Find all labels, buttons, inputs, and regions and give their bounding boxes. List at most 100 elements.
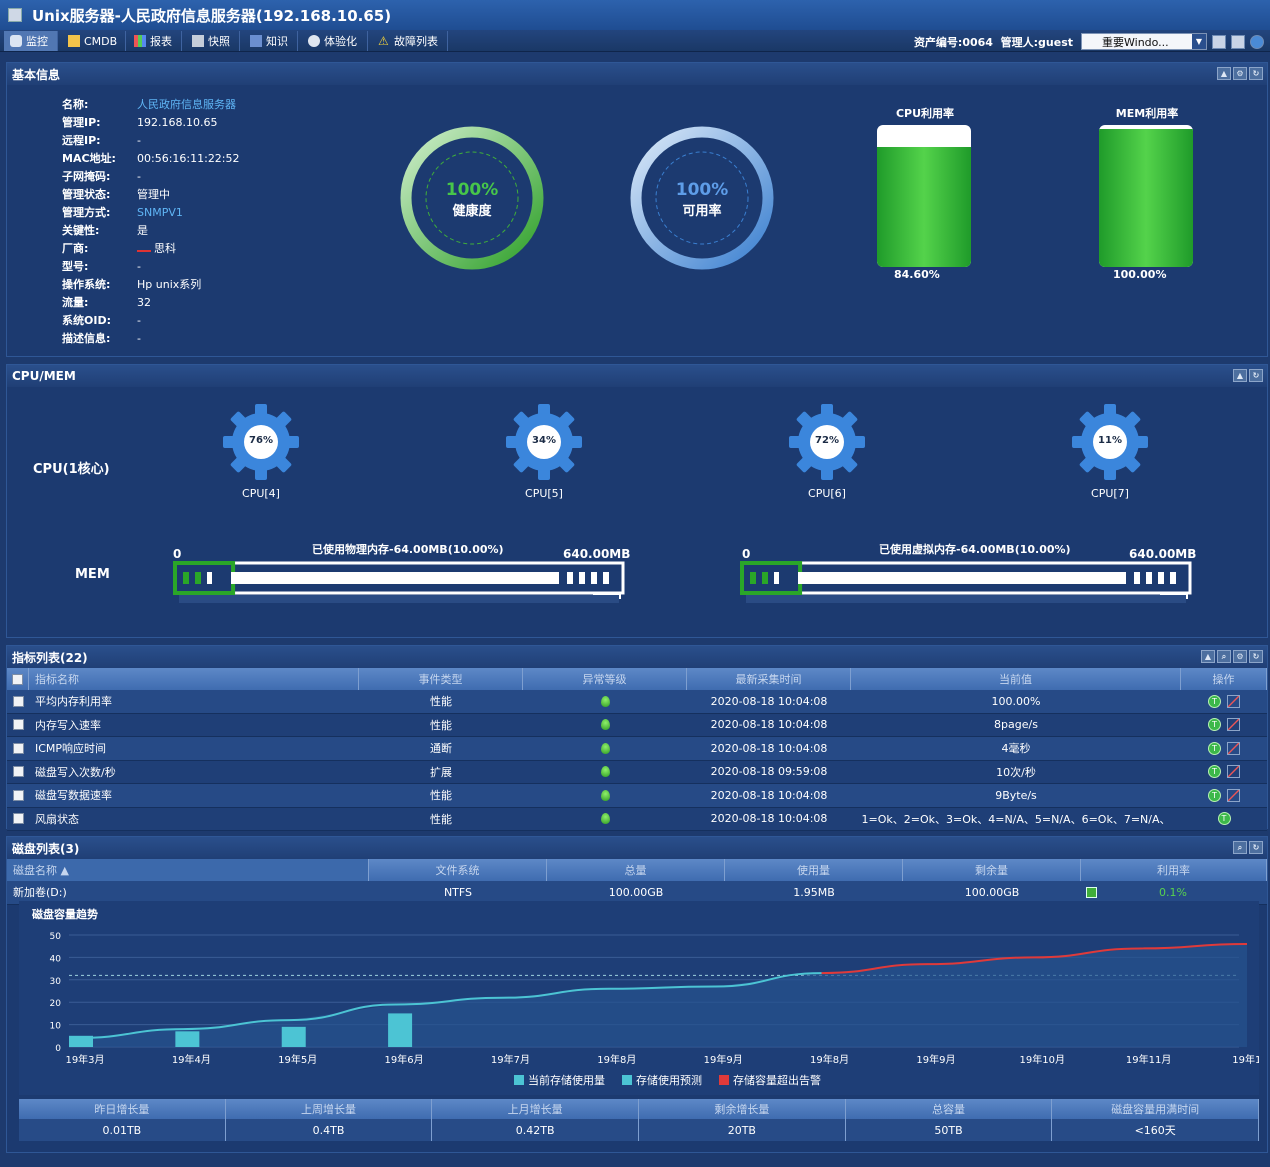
x-tick-label: 19年5月 <box>278 1053 317 1066</box>
physical-memory-bar <box>173 561 625 603</box>
col-total[interactable]: 总量 <box>547 859 725 881</box>
mem-usage-value: 100.00% <box>1113 268 1167 281</box>
col-filesystem[interactable]: 文件系统 <box>369 859 547 881</box>
legend-swatch <box>719 1075 729 1085</box>
tab-snapshot[interactable]: 快照 <box>186 31 240 51</box>
cisco-logo-icon <box>137 244 151 252</box>
col-metric-name[interactable]: 指标名称 <box>29 668 359 690</box>
row-checkbox[interactable] <box>12 695 24 707</box>
disk-save-icon <box>1086 886 1097 898</box>
y-tick-label: 10 <box>50 1022 62 1032</box>
usage-bar <box>388 1013 413 1047</box>
metrics-panel: 指标列表(22) ▲ ⌕ ⚙ ↻ 指标名称 事件类型 异常等级 最新采集时间 当前值 … <box>6 645 1268 831</box>
summary-header: 剩余增长量 <box>639 1099 846 1119</box>
row-checkbox[interactable] <box>12 719 24 731</box>
threshold-icon[interactable]: T <box>1208 765 1221 779</box>
info-row: 关键性: 是 <box>62 224 148 237</box>
legend-swatch <box>622 1075 632 1085</box>
threshold-icon[interactable]: T <box>1208 718 1221 732</box>
info-row: 远程IP: - <box>62 133 141 148</box>
trend-chart-icon[interactable] <box>1227 741 1240 755</box>
trend-chart-icon[interactable] <box>1227 765 1240 779</box>
summary-header: 上周增长量 <box>226 1099 433 1119</box>
window-title: Unix服务器-人民政府信息服务器(192.168.10.65) <box>32 6 392 25</box>
info-row: MAC地址: 00:56:16:11:22:52 <box>62 151 240 166</box>
gear-icon[interactable]: ⚙ <box>1233 67 1247 80</box>
gear-icon[interactable]: ⚙ <box>1233 650 1247 663</box>
row-checkbox[interactable] <box>12 789 24 801</box>
availability-ring-label: 100% 可用率 <box>675 180 729 219</box>
monitor-icon[interactable] <box>1231 34 1245 49</box>
collapse-icon[interactable]: ▲ <box>1217 67 1231 80</box>
info-row: 型号: - <box>62 259 141 274</box>
panel-header: CPU/MEM ▲ ↻ <box>7 365 1267 387</box>
tab-cmdb[interactable]: CMDB <box>62 31 126 51</box>
info-row: 描述信息: - <box>62 331 141 346</box>
refresh-icon[interactable]: ↻ <box>1249 841 1263 854</box>
y-tick-label: 50 <box>50 932 62 942</box>
cpu-usage-title: CPU利用率 <box>895 107 955 120</box>
refresh-icon[interactable]: ↻ <box>1249 67 1263 80</box>
legend-label: 当前存储使用量 <box>528 1073 605 1087</box>
trend-area <box>77 943 1247 1047</box>
trend-chart-icon[interactable] <box>1227 718 1240 732</box>
y-tick-label: 0 <box>55 1044 61 1054</box>
mem-usage-title: MEM利用率 <box>1115 107 1179 120</box>
panel-header: 指标列表(22) ▲ ⌕ ⚙ ↻ <box>7 646 1267 668</box>
threshold-icon[interactable]: T <box>1208 694 1221 708</box>
refresh-icon[interactable]: ↻ <box>1249 369 1263 382</box>
table-header: 指标名称 事件类型 异常等级 最新采集时间 当前值 操作 <box>7 668 1267 690</box>
copy-icon[interactable] <box>1212 34 1226 49</box>
table-row[interactable]: 磁盘写入次数/秒 扩展 2020-08-18 09:59:08 10次/秒 T <box>7 760 1267 784</box>
table-row[interactable]: ICMP响应时间 通断 2020-08-18 10:04:08 4毫秒 T <box>7 737 1267 761</box>
search-icon[interactable]: ⌕ <box>1217 650 1231 663</box>
tab-experience[interactable]: 体验化 <box>302 31 368 51</box>
row-checkbox[interactable] <box>12 742 24 754</box>
col-actions: 操作 <box>1181 668 1267 690</box>
threshold-icon[interactable]: T <box>1208 741 1221 755</box>
collapse-icon[interactable]: ▲ <box>1201 650 1215 663</box>
tab-knowledge[interactable]: 知识 <box>244 31 298 51</box>
collapse-icon[interactable]: ▲ <box>1233 369 1247 382</box>
table-row[interactable]: 磁盘写数据速率 性能 2020-08-18 10:04:08 9Byte/s T <box>7 784 1267 808</box>
info-row: 厂商: 思科 <box>62 242 176 255</box>
select-all-checkbox[interactable] <box>12 673 23 685</box>
refresh-icon[interactable] <box>1250 34 1264 49</box>
refresh-icon[interactable]: ↻ <box>1249 650 1263 663</box>
info-row: 管理方式: SNMPV1 <box>62 205 183 220</box>
disk-trend-chart: 磁盘容量趋势 0 10 20 30 40 50 19年3月 19年4月 19年5月 19年6月 19年… <box>19 901 1270 1095</box>
col-usage-rate[interactable]: 利用率 <box>1081 859 1267 881</box>
x-tick-label: 19年6月 <box>385 1053 424 1066</box>
tab-fault-list[interactable]: ⚠ 故障列表 <box>372 31 448 51</box>
threshold-icon[interactable]: T <box>1217 812 1231 826</box>
col-time[interactable]: 最新采集时间 <box>687 668 851 690</box>
basic-info-panel: 基本信息 ▲ ⚙ ↻ 名称: 人民政府信息服务器 管理IP: 192.168.10.65 远… <box>6 62 1268 357</box>
cpu-gear-label: CPU[5] <box>525 487 563 500</box>
threshold-icon[interactable]: T <box>1208 788 1221 802</box>
row-checkbox[interactable] <box>12 813 24 825</box>
col-event-type[interactable]: 事件类型 <box>359 668 523 690</box>
cpu-usage-bar <box>877 125 971 267</box>
mem-label: MEM <box>75 567 110 582</box>
table-row[interactable]: 内存写入速率 性能 2020-08-18 10:04:08 8page/s T <box>7 713 1267 737</box>
row-checkbox[interactable] <box>12 766 24 778</box>
summary-header: 总容量 <box>846 1099 1053 1119</box>
col-value[interactable]: 当前值 <box>851 668 1181 690</box>
table-row[interactable]: 平均内存利用率 性能 2020-08-18 10:04:08 100.00% T <box>7 690 1267 714</box>
tab-monitor[interactable]: 监控 <box>4 31 58 51</box>
summary-value: <160天 <box>1052 1119 1260 1141</box>
col-used[interactable]: 使用量 <box>725 859 903 881</box>
nav-right: 资产编号:0064 管理人:guest 重要Windo... ▼ <box>914 33 1264 50</box>
trend-chart-icon[interactable] <box>1227 788 1240 802</box>
col-free[interactable]: 剩余量 <box>903 859 1081 881</box>
legend-swatch <box>514 1075 524 1085</box>
table-row[interactable]: 风扇状态 性能 2020-08-18 10:04:08 1=Ok、2=Ok、3=… <box>7 807 1267 831</box>
col-severity[interactable]: 异常等级 <box>523 668 687 690</box>
tab-report[interactable]: 报表 <box>128 31 182 51</box>
col-disk-name[interactable]: 磁盘名称 ▲ <box>7 859 369 881</box>
trend-chart-icon[interactable] <box>1227 694 1240 708</box>
cpu-gear-icon: 34% <box>504 402 584 482</box>
metrics-table: 指标名称 事件类型 异常等级 最新采集时间 当前值 操作 平均内存利用率 性能 … <box>7 668 1267 831</box>
search-icon[interactable]: ⌕ <box>1233 841 1247 854</box>
view-select[interactable]: 重要Windo... ▼ <box>1081 33 1207 50</box>
